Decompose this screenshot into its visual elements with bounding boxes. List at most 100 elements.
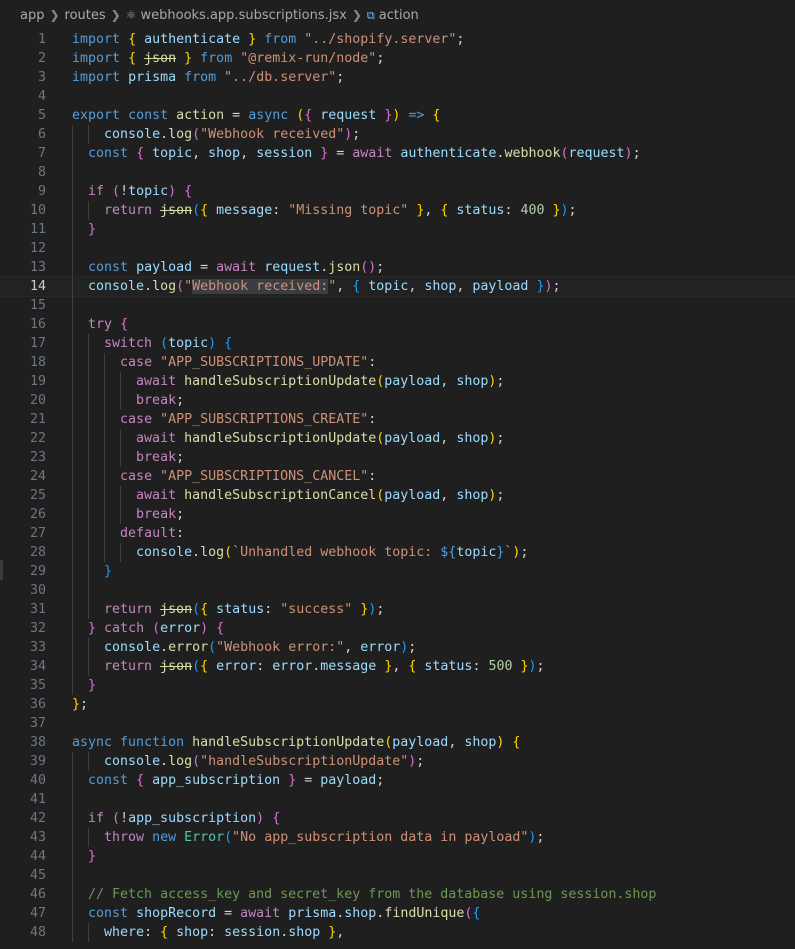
code-line[interactable]: 31 return json({ status: "success" }); xyxy=(0,600,795,619)
line-number[interactable]: 25 xyxy=(0,486,46,505)
code-line[interactable]: 24 case "APP_SUBSCRIPTIONS_CANCEL": xyxy=(0,467,795,486)
code-line[interactable]: 45 xyxy=(0,866,795,885)
code-line[interactable]: 44 } xyxy=(0,847,795,866)
line-number[interactable]: 36 xyxy=(0,695,46,714)
line-number[interactable]: 32 xyxy=(0,619,46,638)
line-number[interactable]: 40 xyxy=(0,771,46,790)
code-line[interactable]: 32 } catch (error) { xyxy=(0,619,795,638)
code-line[interactable]: 4 xyxy=(0,87,795,106)
line-number[interactable]: 1 xyxy=(0,30,46,49)
line-number[interactable]: 48 xyxy=(0,923,46,942)
line-number[interactable]: 7 xyxy=(0,144,46,163)
code-line[interactable]: 9 if (!topic) { xyxy=(0,182,795,201)
code-line[interactable]: 42 if (!app_subscription) { xyxy=(0,809,795,828)
line-number[interactable]: 42 xyxy=(0,809,46,828)
code-line[interactable]: 8 xyxy=(0,163,795,182)
code-line[interactable]: 1 import { authenticate } from "../shopif… xyxy=(0,30,795,49)
code-line[interactable]: 19 await handleSubscriptionUpdate(payloa… xyxy=(0,372,795,391)
line-number[interactable]: 21 xyxy=(0,410,46,429)
code-line[interactable]: 5 export const action = async ({ request … xyxy=(0,106,795,125)
line-number[interactable]: 44 xyxy=(0,847,46,866)
code-line[interactable]: 10 return json({ message: "Missing topic… xyxy=(0,201,795,220)
line-number[interactable]: 38 xyxy=(0,733,46,752)
line-number[interactable]: 31 xyxy=(0,600,46,619)
code-line[interactable]: 15 xyxy=(0,296,795,315)
code-line[interactable]: 47 const shopRecord = await prisma.shop.… xyxy=(0,904,795,923)
line-number[interactable]: 10 xyxy=(0,201,46,220)
line-number[interactable]: 41 xyxy=(0,790,46,809)
code-line[interactable]: 3 import prisma from "../db.server"; xyxy=(0,68,795,87)
line-number[interactable]: 19 xyxy=(0,372,46,391)
code-line[interactable]: 33 console.error("Webhook error:", error… xyxy=(0,638,795,657)
line-number[interactable]: 4 xyxy=(0,87,46,106)
code-line[interactable]: 27 default: xyxy=(0,524,795,543)
code-line[interactable]: 7 const { topic, shop, session } = await… xyxy=(0,144,795,163)
line-number[interactable]: 14 xyxy=(0,277,46,296)
code-line[interactable]: 6 console.log("Webhook received"); xyxy=(0,125,795,144)
code-line[interactable]: 11 } xyxy=(0,220,795,239)
code-line[interactable]: 34 return json({ error: error.message },… xyxy=(0,657,795,676)
line-number[interactable]: 20 xyxy=(0,391,46,410)
code-line[interactable]: 20 break; xyxy=(0,391,795,410)
code-line[interactable]: 48 where: { shop: session.shop }, xyxy=(0,923,795,942)
line-number[interactable]: 13 xyxy=(0,258,46,277)
breadcrumb-item-file[interactable]: webhooks.app.subscriptions.jsx xyxy=(141,8,347,23)
line-number[interactable]: 15 xyxy=(0,296,46,315)
line-number[interactable]: 35 xyxy=(0,676,46,695)
line-number[interactable]: 47 xyxy=(0,904,46,923)
code-line[interactable]: 2 import { json } from "@remix-run/node"; xyxy=(0,49,795,68)
code-line[interactable]: 40 const { app_subscription } = payload; xyxy=(0,771,795,790)
line-number[interactable]: 23 xyxy=(0,448,46,467)
code-line[interactable]: 22 await handleSubscriptionUpdate(payloa… xyxy=(0,429,795,448)
code-line[interactable]: 13 const payload = await request.json(); xyxy=(0,258,795,277)
line-number[interactable]: 3 xyxy=(0,68,46,87)
line-number[interactable]: 34 xyxy=(0,657,46,676)
code-line[interactable]: 38 async function handleSubscriptionUpdat… xyxy=(0,733,795,752)
code-line[interactable]: 25 await handleSubscriptionCancel(payloa… xyxy=(0,486,795,505)
line-number[interactable]: 39 xyxy=(0,752,46,771)
code-line[interactable]: 18 case "APP_SUBSCRIPTIONS_UPDATE": xyxy=(0,353,795,372)
line-number[interactable]: 29 xyxy=(0,562,46,581)
code-line[interactable]: 36}; xyxy=(0,695,795,714)
line-number[interactable]: 43 xyxy=(0,828,46,847)
breadcrumb-item-app[interactable]: app xyxy=(20,8,44,23)
line-number[interactable]: 18 xyxy=(0,353,46,372)
line-number[interactable]: 9 xyxy=(0,182,46,201)
code-line[interactable]: 29 } xyxy=(0,562,795,581)
line-number[interactable]: 33 xyxy=(0,638,46,657)
line-number[interactable]: 11 xyxy=(0,220,46,239)
line-number[interactable]: 2 xyxy=(0,49,46,68)
code-line[interactable]: 12 xyxy=(0,239,795,258)
line-number[interactable]: 12 xyxy=(0,239,46,258)
line-number[interactable]: 26 xyxy=(0,505,46,524)
code-line[interactable]: 21 case "APP_SUBSCRIPTIONS_CREATE": xyxy=(0,410,795,429)
code-line[interactable]: 23 break; xyxy=(0,448,795,467)
line-number[interactable]: 6 xyxy=(0,125,46,144)
line-number[interactable]: 27 xyxy=(0,524,46,543)
line-number[interactable]: 28 xyxy=(0,543,46,562)
line-number[interactable]: 46 xyxy=(0,885,46,904)
code-line[interactable]: 46 // Fetch access_key and secret_key fr… xyxy=(0,885,795,904)
line-number[interactable]: 45 xyxy=(0,866,46,885)
code-line[interactable]: 39 console.log("handleSubscriptionUpdate… xyxy=(0,752,795,771)
code-line[interactable]: 26 break; xyxy=(0,505,795,524)
code-line[interactable]: 28 console.log(`Unhandled webhook topic:… xyxy=(0,543,795,562)
line-number[interactable]: 8 xyxy=(0,163,46,182)
code-line[interactable]: 43 throw new Error("No app_subscription … xyxy=(0,828,795,847)
code-line[interactable]: 16 try { xyxy=(0,315,795,334)
line-number[interactable]: 16 xyxy=(0,315,46,334)
code-line[interactable]: 37 xyxy=(0,714,795,733)
code-line[interactable]: 30 xyxy=(0,581,795,600)
line-number[interactable]: 22 xyxy=(0,429,46,448)
line-number[interactable]: 5 xyxy=(0,106,46,125)
code-line[interactable]: 17 switch (topic) { xyxy=(0,334,795,353)
breadcrumb-item-symbol[interactable]: action xyxy=(379,8,419,23)
code-line[interactable]: 35 } xyxy=(0,676,795,695)
line-number[interactable]: 17 xyxy=(0,334,46,353)
line-number[interactable]: 37 xyxy=(0,714,46,733)
line-number[interactable]: 24 xyxy=(0,467,46,486)
code-editor[interactable]: 1 import { authenticate } from "../shopif… xyxy=(0,30,795,942)
line-number[interactable]: 30 xyxy=(0,581,46,600)
code-line[interactable]: 41 xyxy=(0,790,795,809)
code-line[interactable]: 14 console.log("Webhook received:", { to… xyxy=(0,276,795,297)
